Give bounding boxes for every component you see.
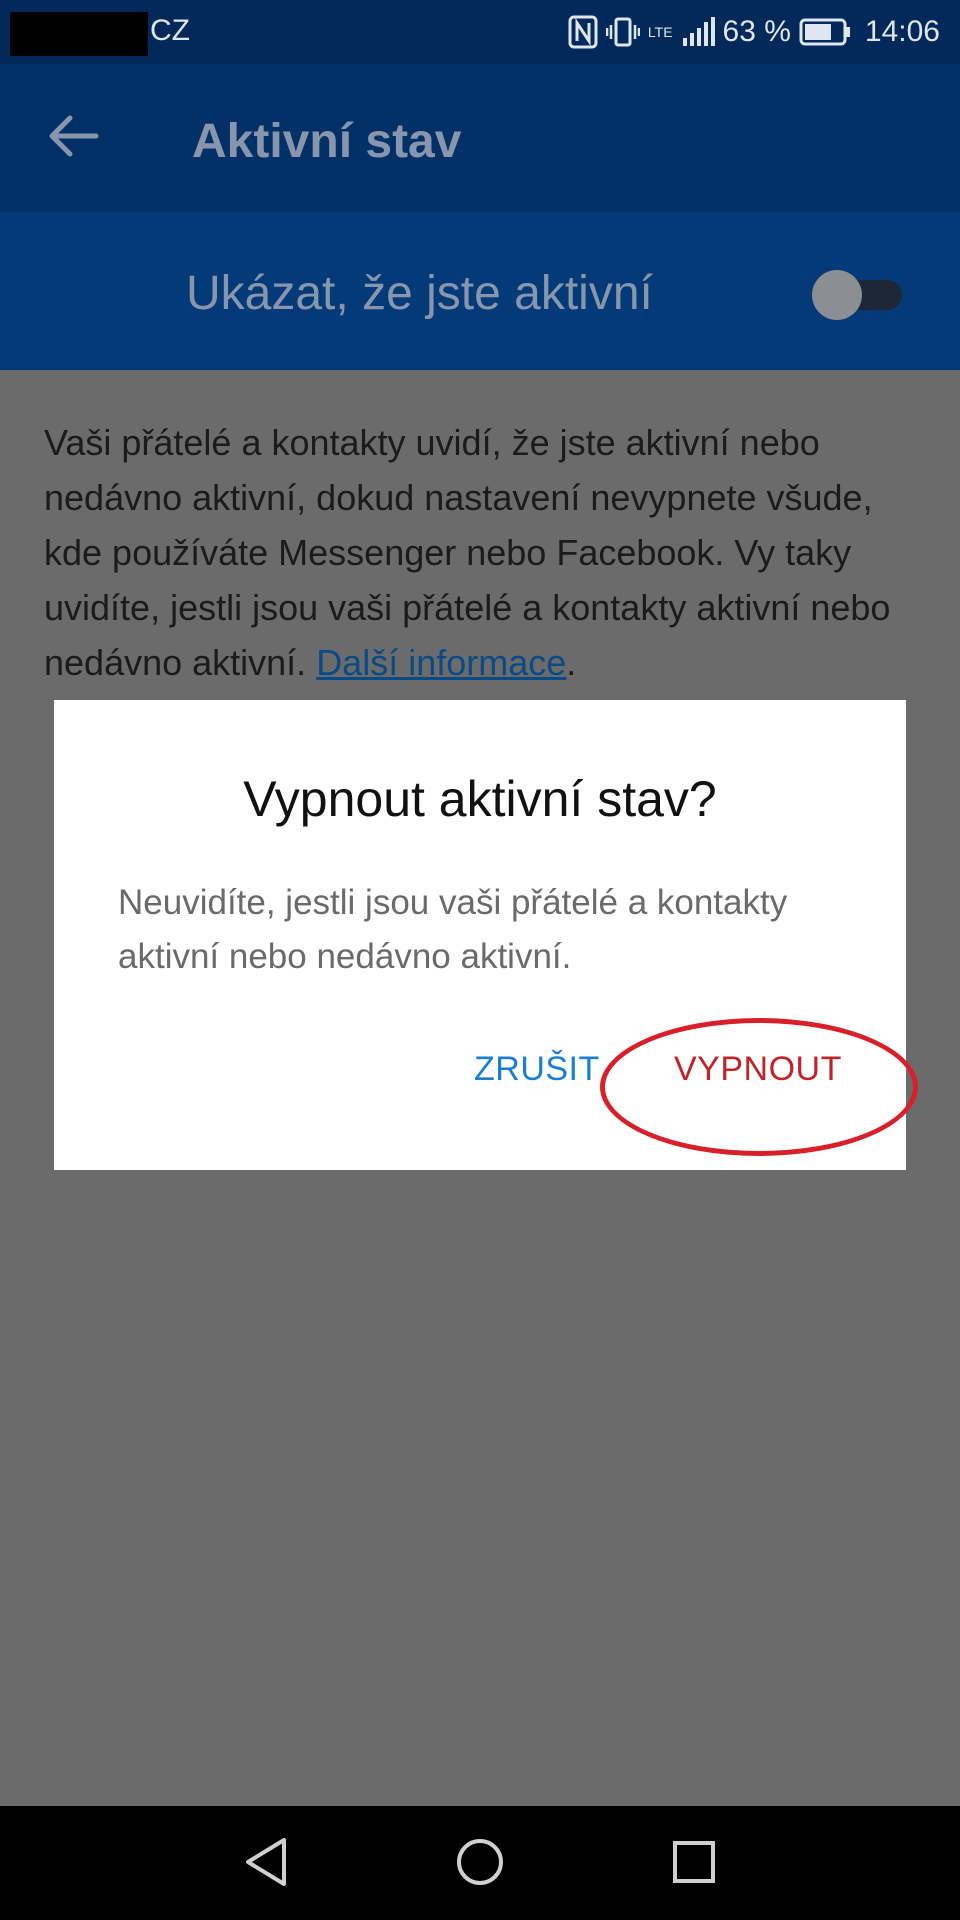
toolbar [0,64,960,212]
battery-percent: 63 % [722,15,791,48]
carrier-label: CZ [150,14,190,47]
status-icons: LTE 63 % 14:06 [568,12,940,52]
nfc-icon [568,15,598,49]
toggle-thumb [812,270,862,320]
cancel-button[interactable]: ZRUŠIT [474,1050,600,1089]
dialog-message: Neuvidíte, jestli jsou vaši přátelé a ko… [118,883,788,976]
back-button[interactable] [40,104,108,172]
dialog-title: Vypnout aktivní stav? [243,771,717,827]
nav-home-button[interactable] [448,1832,512,1896]
nav-recent-button[interactable] [662,1832,726,1896]
battery-icon [799,18,851,46]
vibrate-icon [605,15,640,49]
active-status-toggle[interactable] [806,268,906,320]
highlight-annotation [600,1018,918,1156]
active-status-label: Ukázat, že jste aktivní [186,267,653,320]
back-arrow-icon [48,114,100,163]
clock: 14:06 [864,15,940,48]
carrier-redaction [10,12,148,56]
signal-icon [681,16,715,48]
nav-recent-icon [671,1839,717,1890]
page-title: Aktivní stav [192,115,462,168]
nav-back-button[interactable] [234,1832,298,1896]
nav-back-icon [242,1836,290,1893]
nav-home-icon [454,1836,506,1893]
network-type: LTE [647,24,673,40]
description-text: Vaši přátelé a kontakty uvidí, že jste a… [44,422,891,683]
more-info-link[interactable]: Další informace [316,642,566,683]
